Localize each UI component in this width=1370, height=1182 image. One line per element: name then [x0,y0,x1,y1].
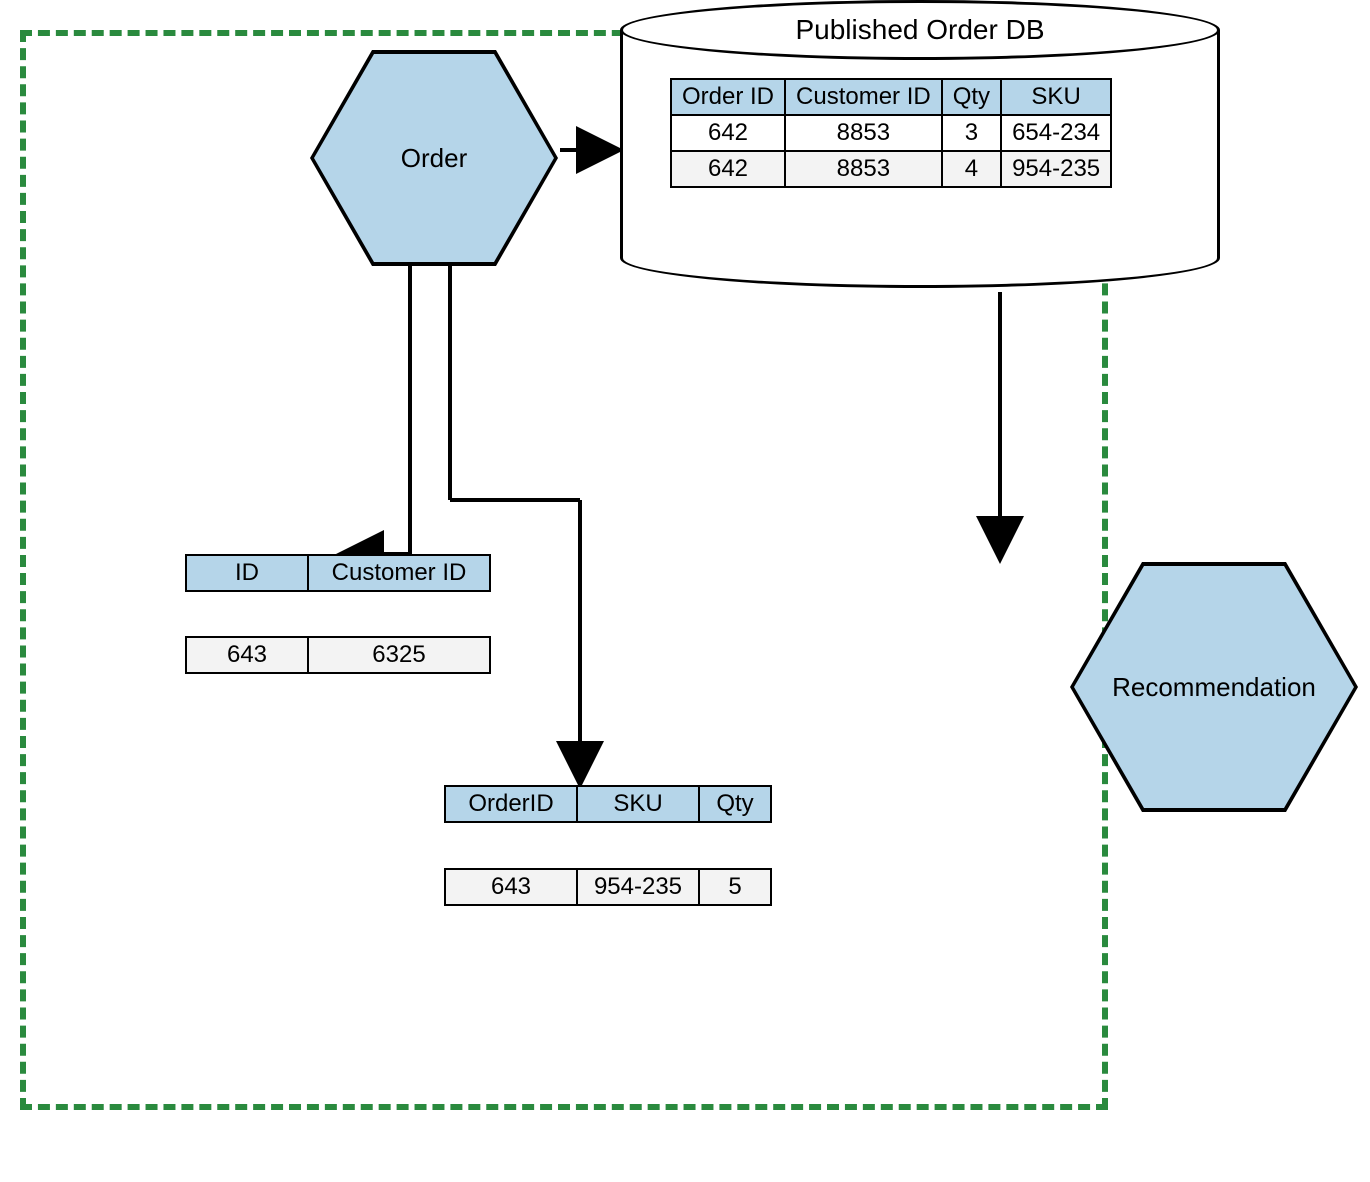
db-col-qty: Qty [942,79,1001,115]
order-service-hexagon: Order [310,50,558,266]
line-item-col-qty: Qty [699,786,771,822]
line-item-table-row: 643 954-235 5 [444,868,772,906]
published-order-db: Published Order DB Order ID Customer ID … [620,0,1220,300]
diagram-canvas: Order Recommendation Published Order DB … [0,0,1370,1182]
line-item-col-order-id: OrderID [445,786,577,822]
line-item-col-sku: SKU [577,786,699,822]
line-item-table: OrderID SKU Qty [444,785,772,823]
order-col-id: ID [186,555,308,591]
db-col-customer-id: Customer ID [785,79,942,115]
recommendation-service-hexagon: Recommendation [1070,562,1358,812]
order-service-label: Order [401,143,467,174]
order-col-customer-id: Customer ID [308,555,490,591]
order-table: ID Customer ID [185,554,491,592]
db-title: Published Order DB [620,14,1220,46]
table-row: 642 8853 3 654-234 [671,115,1111,151]
db-col-sku: SKU [1001,79,1111,115]
recommendation-service-label: Recommendation [1112,672,1316,703]
db-col-order-id: Order ID [671,79,785,115]
db-table: Order ID Customer ID Qty SKU 642 8853 3 … [670,78,1112,188]
table-row: 642 8853 4 954-235 [671,151,1111,187]
order-table-row: 643 6325 [185,636,491,674]
